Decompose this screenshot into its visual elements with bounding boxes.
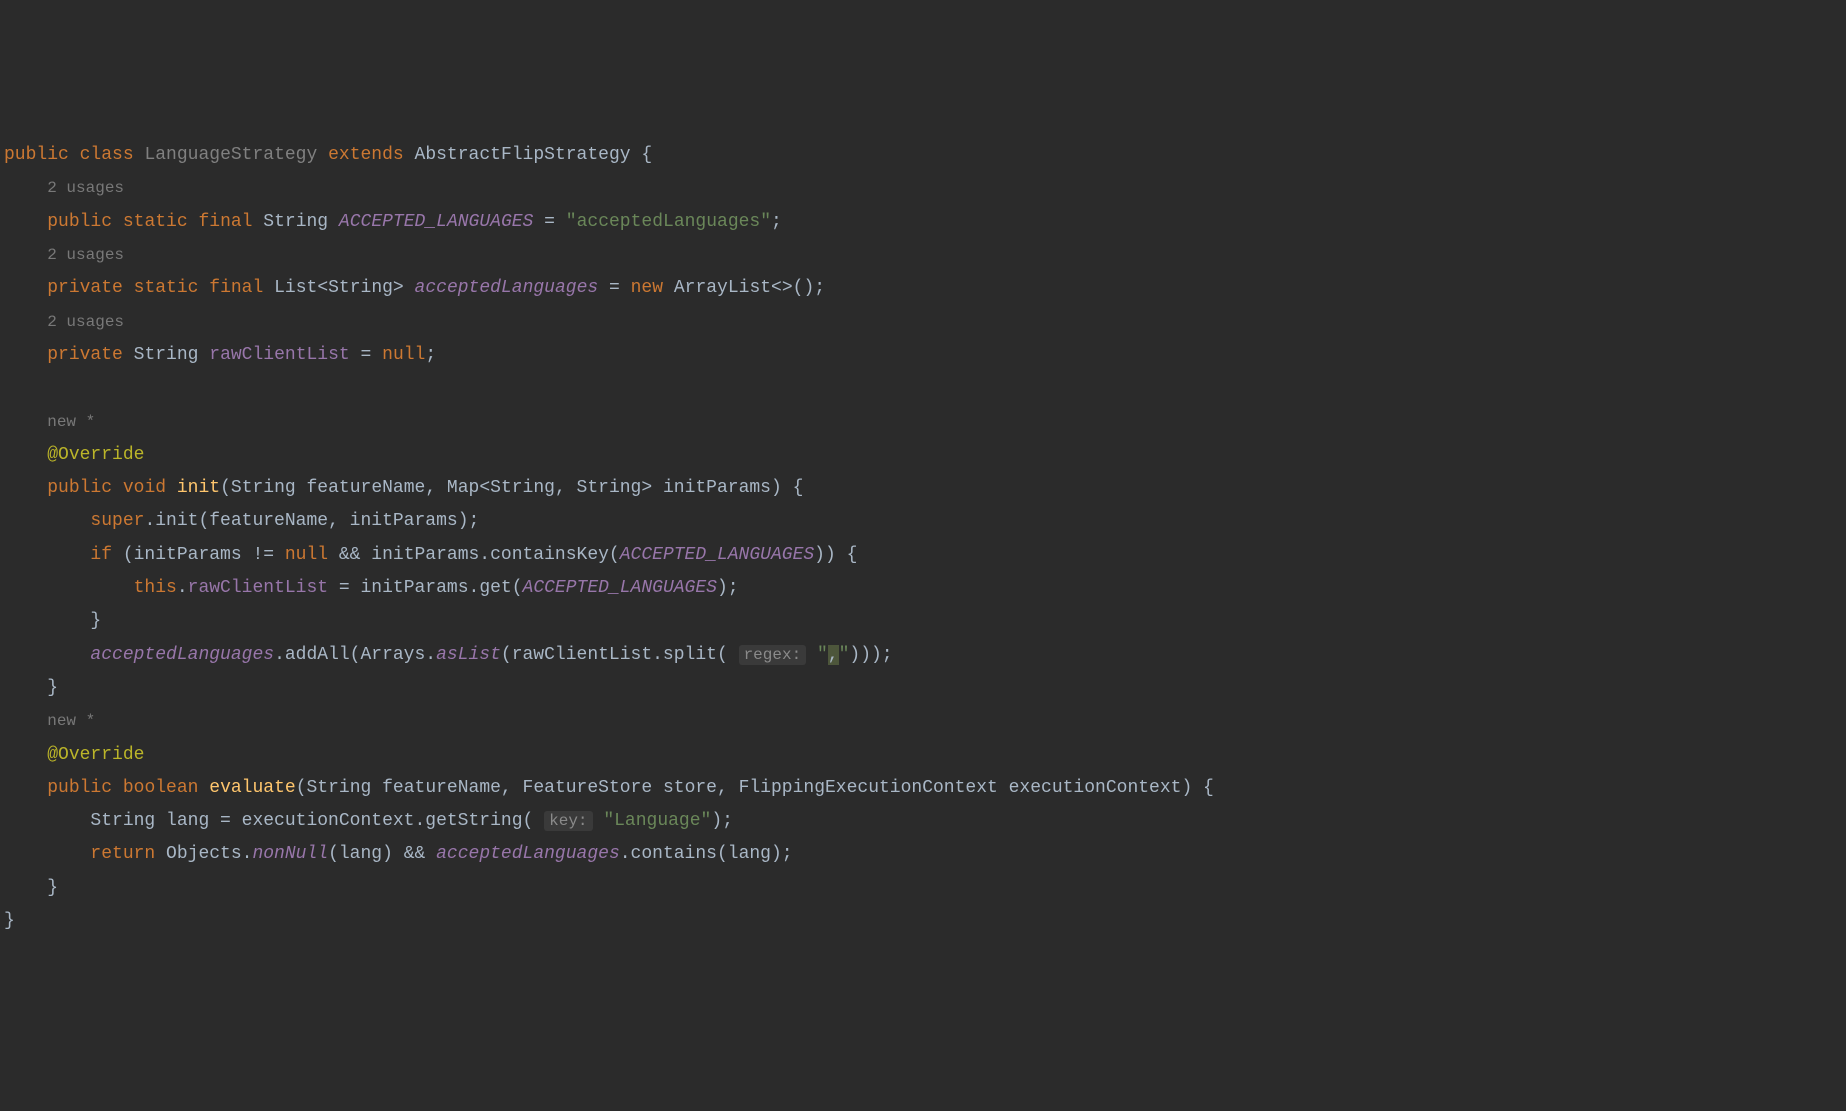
operator-eq: = <box>544 212 555 232</box>
code-line: this.rawClientList = initParams.get(ACCE… <box>134 578 739 598</box>
keyword-boolean: boolean <box>123 778 199 798</box>
code-line: return Objects.nonNull(lang) && accepted… <box>90 844 792 864</box>
keyword-null: null <box>382 345 425 365</box>
code-line: private String rawClientList = null; <box>47 345 436 365</box>
code-line: super.init(featureName, initParams); <box>90 511 479 531</box>
code-line: public class LanguageStrategy extends Ab… <box>4 145 652 165</box>
code-line: public void init(String featureName, Map… <box>47 478 803 498</box>
dot: . <box>177 578 188 598</box>
expr: Objects. <box>155 844 252 864</box>
string-close: " <box>839 645 850 665</box>
string-literal: "Language" <box>593 811 712 831</box>
string-comma: , <box>828 645 839 665</box>
expr: String lang = executionContext.getString… <box>90 811 533 831</box>
method-params: (String featureName, FeatureStore store,… <box>296 778 1214 798</box>
code-editor[interactable]: public class LanguageStrategy extends Ab… <box>0 139 1846 938</box>
field-ref: rawClientList <box>188 578 328 598</box>
keyword-void: void <box>123 478 166 498</box>
keyword-this: this <box>134 578 177 598</box>
field-name: acceptedLanguages <box>415 278 599 298</box>
operator-eq: = <box>361 345 372 365</box>
code-line: public static final String ACCEPTED_LANG… <box>47 212 782 232</box>
code-line: private static final List<String> accept… <box>47 278 825 298</box>
brace: { <box>641 145 652 165</box>
expr: && initParams.containsKey( <box>328 545 620 565</box>
expr: (lang) && <box>328 844 436 864</box>
field-ref: acceptedLanguages <box>436 844 620 864</box>
annotation-override: @Override <box>47 445 144 465</box>
method-call: .addAll(Arrays. <box>274 645 436 665</box>
usage-hint[interactable]: 2 usages <box>47 313 124 331</box>
keyword-return: return <box>90 844 155 864</box>
keyword-static: static <box>134 278 199 298</box>
expr: (rawClientList.split( <box>501 645 728 665</box>
keyword-class: class <box>80 145 134 165</box>
expr: ); <box>717 578 739 598</box>
expr: )) { <box>814 545 857 565</box>
code-line: acceptedLanguages.addAll(Arrays.asList(r… <box>90 645 892 665</box>
string-open: " <box>806 645 828 665</box>
keyword-extends: extends <box>328 145 404 165</box>
keyword-new: new <box>631 278 663 298</box>
semicolon: ; <box>425 345 436 365</box>
method-call: .init(featureName, initParams); <box>144 511 479 531</box>
keyword-private: private <box>47 278 123 298</box>
keyword-static: static <box>123 212 188 232</box>
vcs-hint[interactable]: new * <box>47 712 95 730</box>
semicolon: ; <box>814 278 825 298</box>
usage-hint[interactable]: 2 usages <box>47 179 124 197</box>
param-hint-regex: regex: <box>739 645 807 665</box>
operator-eq: = <box>609 278 620 298</box>
keyword-if: if <box>90 545 112 565</box>
constant-ref: ACCEPTED_LANGUAGES <box>523 578 717 598</box>
static-method: nonNull <box>252 844 328 864</box>
code-line: String lang = executionContext.getString… <box>90 811 733 831</box>
keyword-final: final <box>198 212 252 232</box>
brace-close: } <box>47 678 58 698</box>
method-name-init: init <box>177 478 220 498</box>
type-string: String <box>263 212 328 232</box>
semicolon: ; <box>771 212 782 232</box>
keyword-public: public <box>4 145 69 165</box>
vcs-hint[interactable]: new * <box>47 413 95 431</box>
keyword-public: public <box>47 212 112 232</box>
type-list: List<String> <box>274 278 404 298</box>
expr: (initParams != <box>112 545 285 565</box>
string-literal: "acceptedLanguages" <box>566 212 771 232</box>
keyword-null: null <box>285 545 328 565</box>
usage-hint[interactable]: 2 usages <box>47 246 124 264</box>
code-line: public boolean evaluate(String featureNa… <box>47 778 1214 798</box>
expr: ))); <box>849 645 892 665</box>
constant-ref: ACCEPTED_LANGUAGES <box>620 545 814 565</box>
parent-class: AbstractFlipStrategy <box>415 145 631 165</box>
brace-close: } <box>4 911 15 931</box>
type-string: String <box>134 345 199 365</box>
expr: .contains(lang); <box>620 844 793 864</box>
method-name-evaluate: evaluate <box>209 778 295 798</box>
brace-close: } <box>47 878 58 898</box>
keyword-private: private <box>47 345 123 365</box>
keyword-super: super <box>90 511 144 531</box>
expr: ); <box>711 811 733 831</box>
method-params: (String featureName, Map<String, String>… <box>220 478 803 498</box>
field-ref: acceptedLanguages <box>90 645 274 665</box>
param-hint-key: key: <box>544 811 592 831</box>
static-method: asList <box>436 645 501 665</box>
keyword-public: public <box>47 478 112 498</box>
annotation-override: @Override <box>47 745 144 765</box>
constant-name: ACCEPTED_LANGUAGES <box>339 212 533 232</box>
class-name: LanguageStrategy <box>144 145 317 165</box>
constructor: ArrayList<>() <box>674 278 814 298</box>
field-name: rawClientList <box>209 345 349 365</box>
keyword-final: final <box>209 278 263 298</box>
keyword-public: public <box>47 778 112 798</box>
brace-close: } <box>90 611 101 631</box>
expr: = initParams.get( <box>328 578 522 598</box>
code-line: if (initParams != null && initParams.con… <box>90 545 857 565</box>
